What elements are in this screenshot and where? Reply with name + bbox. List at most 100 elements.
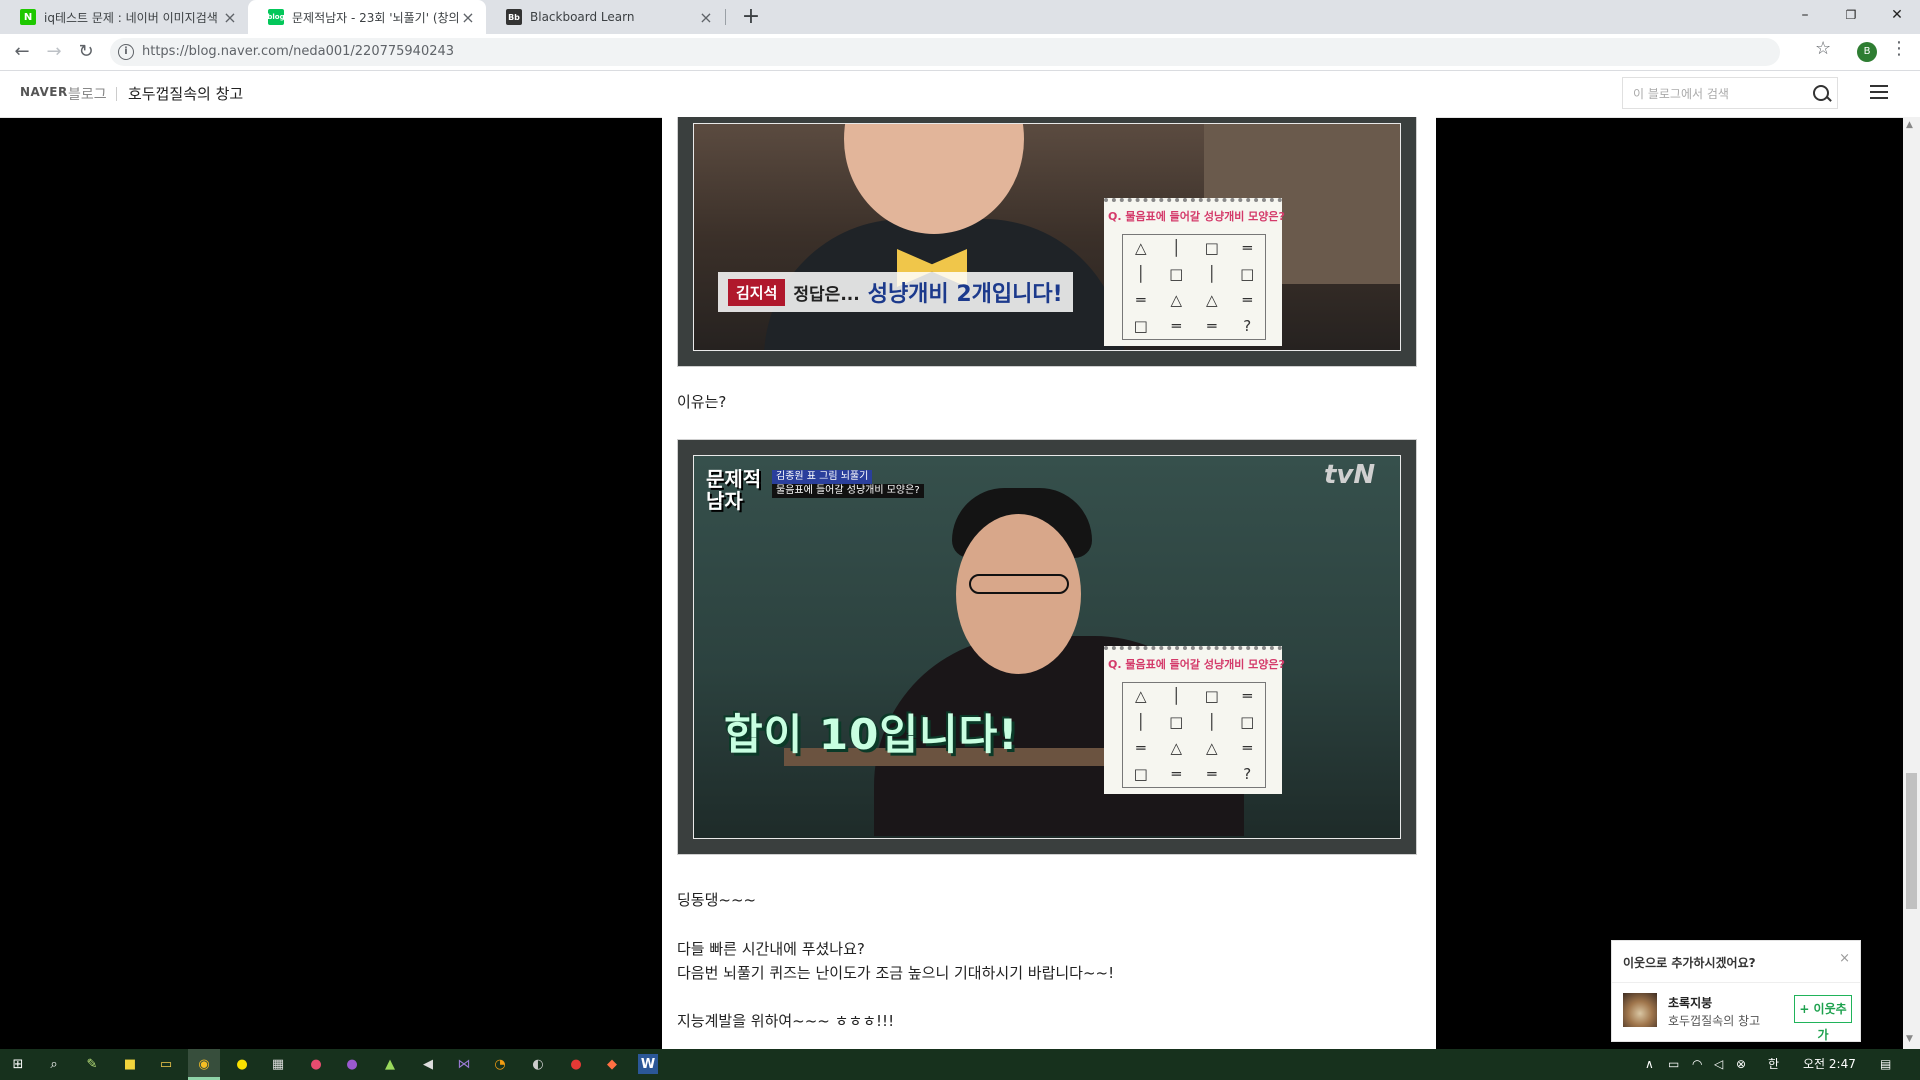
site-info-icon[interactable]: i: [118, 44, 134, 60]
post-image-2[interactable]: 문제적 남자 김종원 표 그림 뇌풀기 물음표에 들어갈 성냥개비 모양은? t…: [677, 439, 1417, 855]
man-face: [844, 124, 1024, 234]
android-icon[interactable]: ▲: [380, 1054, 400, 1074]
quiz-cell: □: [1240, 713, 1255, 731]
quiz-cell: ?: [1243, 765, 1252, 783]
matchstick-grid: △ │ □ ═ │ □ │ □ ═ △ △ ═ □ ═ ═ ?: [1122, 682, 1266, 788]
quiz-cell: □: [1204, 687, 1219, 705]
quiz-cell: ═: [1242, 687, 1252, 705]
reload-icon[interactable]: ↻: [72, 38, 100, 66]
caption-bottom: 물음표에 들어갈 성냥개비 모양은?: [772, 484, 924, 498]
tab-close-icon[interactable]: ×: [458, 8, 478, 27]
back-arrow-icon[interactable]: ←: [8, 38, 36, 66]
quiz-cell: ═: [1207, 317, 1217, 335]
quiz-cell: ═: [1136, 739, 1146, 757]
blog-name[interactable]: 호두껍질속의 창고: [1668, 1012, 1760, 1029]
windows-taskbar: ⊞ ⌕ ✎ ■ ▭ ◉ ● ▦ ● ● ▲ ◀ ⋈ ◔ ◐ ● ◆ W ∧ ▭ …: [0, 1049, 1920, 1080]
active-app-highlight: [188, 1049, 220, 1080]
quiz-cell: △: [1170, 739, 1183, 757]
quiz-cell: │: [1171, 687, 1181, 705]
battery-icon[interactable]: ▭: [1668, 1049, 1679, 1080]
word-icon[interactable]: W: [638, 1054, 658, 1074]
profile-avatar[interactable]: B: [1857, 42, 1877, 62]
naver-logo[interactable]: NAVER: [20, 85, 68, 99]
calculator-icon[interactable]: ▦: [268, 1054, 288, 1074]
wifi-icon[interactable]: ◠: [1692, 1049, 1702, 1080]
quiz-cell: │: [1207, 265, 1217, 283]
tab-close-icon[interactable]: ×: [696, 8, 716, 27]
browser-tab-strip: N iq테스트 문제 : 네이버 이미지검색 × blog 문제적남자 - 23…: [0, 0, 1920, 34]
forward-arrow-icon[interactable]: →: [40, 38, 68, 66]
close-window-button[interactable]: ✕: [1874, 0, 1920, 30]
hamburger-menu-icon[interactable]: [1870, 85, 1888, 103]
volume-icon[interactable]: ◁: [1714, 1049, 1723, 1080]
blog-title[interactable]: 호두껍질속의 창고: [128, 83, 243, 104]
search-icon[interactable]: ⌕: [44, 1054, 64, 1074]
quiz-q-mark: Q.: [1108, 210, 1122, 223]
tab-blog-post[interactable]: blog 문제적남자 - 23회 '뇌풀기' (창의 ×: [248, 0, 486, 34]
pen-icon[interactable]: ✎: [82, 1054, 102, 1074]
caption-top: 김종원 표 그림 뇌풀기: [772, 470, 873, 484]
quiz-cell: │: [1136, 713, 1146, 731]
ime-indicator[interactable]: 한: [1768, 1049, 1779, 1080]
post-image-1[interactable]: 김지석 정답은... 성냥개비 2개입니다! Q. 물음표에 들어갈 성냥개비 …: [677, 117, 1417, 367]
quiz-cell: ═: [1136, 291, 1146, 309]
blackboard-icon: Bb: [506, 9, 522, 25]
naver-blog-icon: blog: [267, 9, 285, 25]
notification-center-icon[interactable]: ▤: [1880, 1049, 1891, 1080]
browser-menu-icon[interactable]: ⋮: [1890, 38, 1908, 59]
minimize-button[interactable]: –: [1782, 0, 1828, 30]
add-neighbor-button[interactable]: + 이웃추가: [1794, 995, 1852, 1042]
blog-header: NAVER 블로그 호두껍질속의 창고: [0, 71, 1920, 118]
browser-toolbar: ← → ↻ i https://blog.naver.com/neda001/2…: [0, 34, 1920, 71]
scrollbar-thumb[interactable]: [1906, 773, 1917, 909]
app-record-icon[interactable]: ●: [566, 1054, 586, 1074]
blender-icon[interactable]: ◔: [490, 1054, 510, 1074]
url-text[interactable]: https://blog.naver.com/neda001/220775940…: [142, 38, 454, 66]
clock[interactable]: 오전 2:47: [1803, 1049, 1856, 1080]
bookmark-star-icon[interactable]: ☆: [1815, 38, 1831, 59]
kakaotalk-icon[interactable]: ●: [232, 1054, 252, 1074]
quiz-q-mark: Q.: [1108, 658, 1122, 671]
sticky-notes-icon[interactable]: ■: [120, 1054, 140, 1074]
app-disc-icon[interactable]: ◐: [528, 1054, 548, 1074]
address-bar[interactable]: i https://blog.naver.com/neda001/2207759…: [110, 38, 1780, 66]
blogger-name[interactable]: 초록지붕: [1668, 994, 1712, 1011]
matchstick-grid: △ │ □ ═ │ □ │ □ ═ △ △ ═ □ ═ ═ ?: [1122, 234, 1266, 340]
audio-app-icon[interactable]: ◀: [418, 1054, 438, 1074]
quiz-board: Q. 물음표에 들어갈 성냥개비 모양은? △ │ □ ═ │ □ │ □ ═ …: [1104, 198, 1285, 346]
header-divider: [116, 87, 117, 101]
file-explorer-icon[interactable]: ▭: [156, 1054, 176, 1074]
blog-search-box[interactable]: [1622, 77, 1838, 109]
quiz-cell: │: [1171, 239, 1181, 257]
tab-iq-test[interactable]: N iq테스트 문제 : 네이버 이미지검색 ×: [0, 0, 248, 34]
quiz-title: 물음표에 들어갈 성냥개비 모양은?: [1125, 210, 1285, 223]
quiz-cell: □: [1204, 239, 1219, 257]
quiz-cell: ═: [1242, 739, 1252, 757]
tab-close-icon[interactable]: ×: [220, 8, 240, 27]
windows-start-icon[interactable]: ⊞: [8, 1054, 28, 1074]
tray-chevron-icon[interactable]: ∧: [1645, 1049, 1654, 1080]
blog-thumbnail[interactable]: [1623, 993, 1657, 1027]
tab-title: iq테스트 문제 : 네이버 이미지검색: [44, 10, 218, 25]
scroll-down-arrow-icon[interactable]: ▼: [1906, 1034, 1913, 1044]
quiz-cell: ═: [1242, 239, 1252, 257]
scroll-up-arrow-icon[interactable]: ▲: [1906, 120, 1913, 130]
blog-search-input[interactable]: [1631, 84, 1805, 104]
restore-button[interactable]: ❐: [1828, 0, 1874, 30]
subtitle-text: 성냥개비 2개입니다!: [867, 282, 1063, 307]
new-tab-button[interactable]: +: [738, 4, 764, 30]
popup-divider: [1612, 982, 1860, 983]
app-red-icon[interactable]: ●: [306, 1054, 326, 1074]
tvn-logo: tvN: [1324, 460, 1376, 490]
naver-blog-link[interactable]: 블로그: [68, 84, 107, 104]
visual-studio-icon[interactable]: ⋈: [454, 1054, 474, 1074]
quiz-cell: △: [1205, 739, 1218, 757]
subtitle-prefix: 정답은...: [793, 284, 860, 305]
tab-blackboard[interactable]: Bb Blackboard Learn ×: [486, 0, 724, 34]
app-purple-icon[interactable]: ●: [342, 1054, 362, 1074]
page-scrollbar[interactable]: [1903, 117, 1920, 1049]
search-icon[interactable]: [1813, 85, 1829, 101]
app-orange-icon[interactable]: ◆: [602, 1054, 622, 1074]
close-icon[interactable]: ×: [1839, 951, 1850, 966]
tray-app-icon[interactable]: ⊗: [1736, 1049, 1746, 1080]
